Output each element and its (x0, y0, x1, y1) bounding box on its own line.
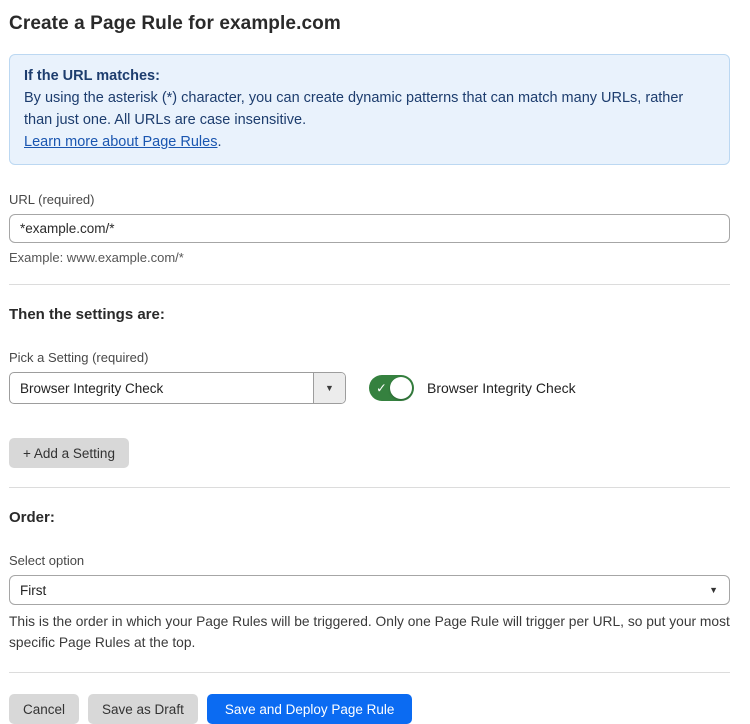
divider (9, 672, 730, 673)
add-setting-button[interactable]: + Add a Setting (9, 438, 129, 468)
setting-dropdown-caret-segment[interactable]: ▼ (313, 373, 345, 403)
chevron-down-icon: ▼ (325, 383, 334, 393)
url-match-info-box: If the URL matches: By using the asteris… (9, 54, 730, 165)
order-dropdown-value: First (20, 583, 46, 598)
url-input[interactable] (9, 214, 730, 243)
divider (9, 284, 730, 285)
toggle-group: ✓ Browser Integrity Check (369, 375, 576, 401)
info-box-body: By using the asterisk (*) character, you… (24, 87, 715, 131)
divider (9, 487, 730, 488)
setting-dropdown-value: Browser Integrity Check (10, 373, 313, 403)
page-title: Create a Page Rule for example.com (9, 0, 730, 54)
settings-section-heading: Then the settings are: (9, 306, 730, 323)
info-box-heading: If the URL matches: (24, 65, 715, 87)
url-field-label: URL (required) (9, 192, 730, 207)
toggle-label: Browser Integrity Check (427, 380, 576, 396)
info-box-link-line: Learn more about Page Rules. (24, 131, 715, 153)
setting-row: Browser Integrity Check ▼ ✓ Browser Inte… (9, 372, 730, 404)
pick-setting-label: Pick a Setting (required) (9, 350, 730, 365)
order-helper-text: This is the order in which your Page Rul… (9, 611, 730, 653)
order-select-label: Select option (9, 553, 730, 568)
toggle-knob (390, 377, 412, 399)
chevron-down-icon: ▼ (709, 585, 718, 595)
order-dropdown[interactable]: First ▼ (9, 575, 730, 605)
link-suffix: . (217, 134, 221, 150)
page-rule-form: Create a Page Rule for example.com If th… (9, 0, 730, 724)
url-helper-text: Example: www.example.com/* (9, 250, 730, 265)
toggle-check-icon: ✓ (376, 382, 387, 395)
browser-integrity-toggle[interactable]: ✓ (369, 375, 414, 401)
order-section-heading: Order: (9, 509, 730, 526)
learn-more-link[interactable]: Learn more about Page Rules (24, 134, 217, 150)
setting-dropdown[interactable]: Browser Integrity Check ▼ (9, 372, 346, 404)
